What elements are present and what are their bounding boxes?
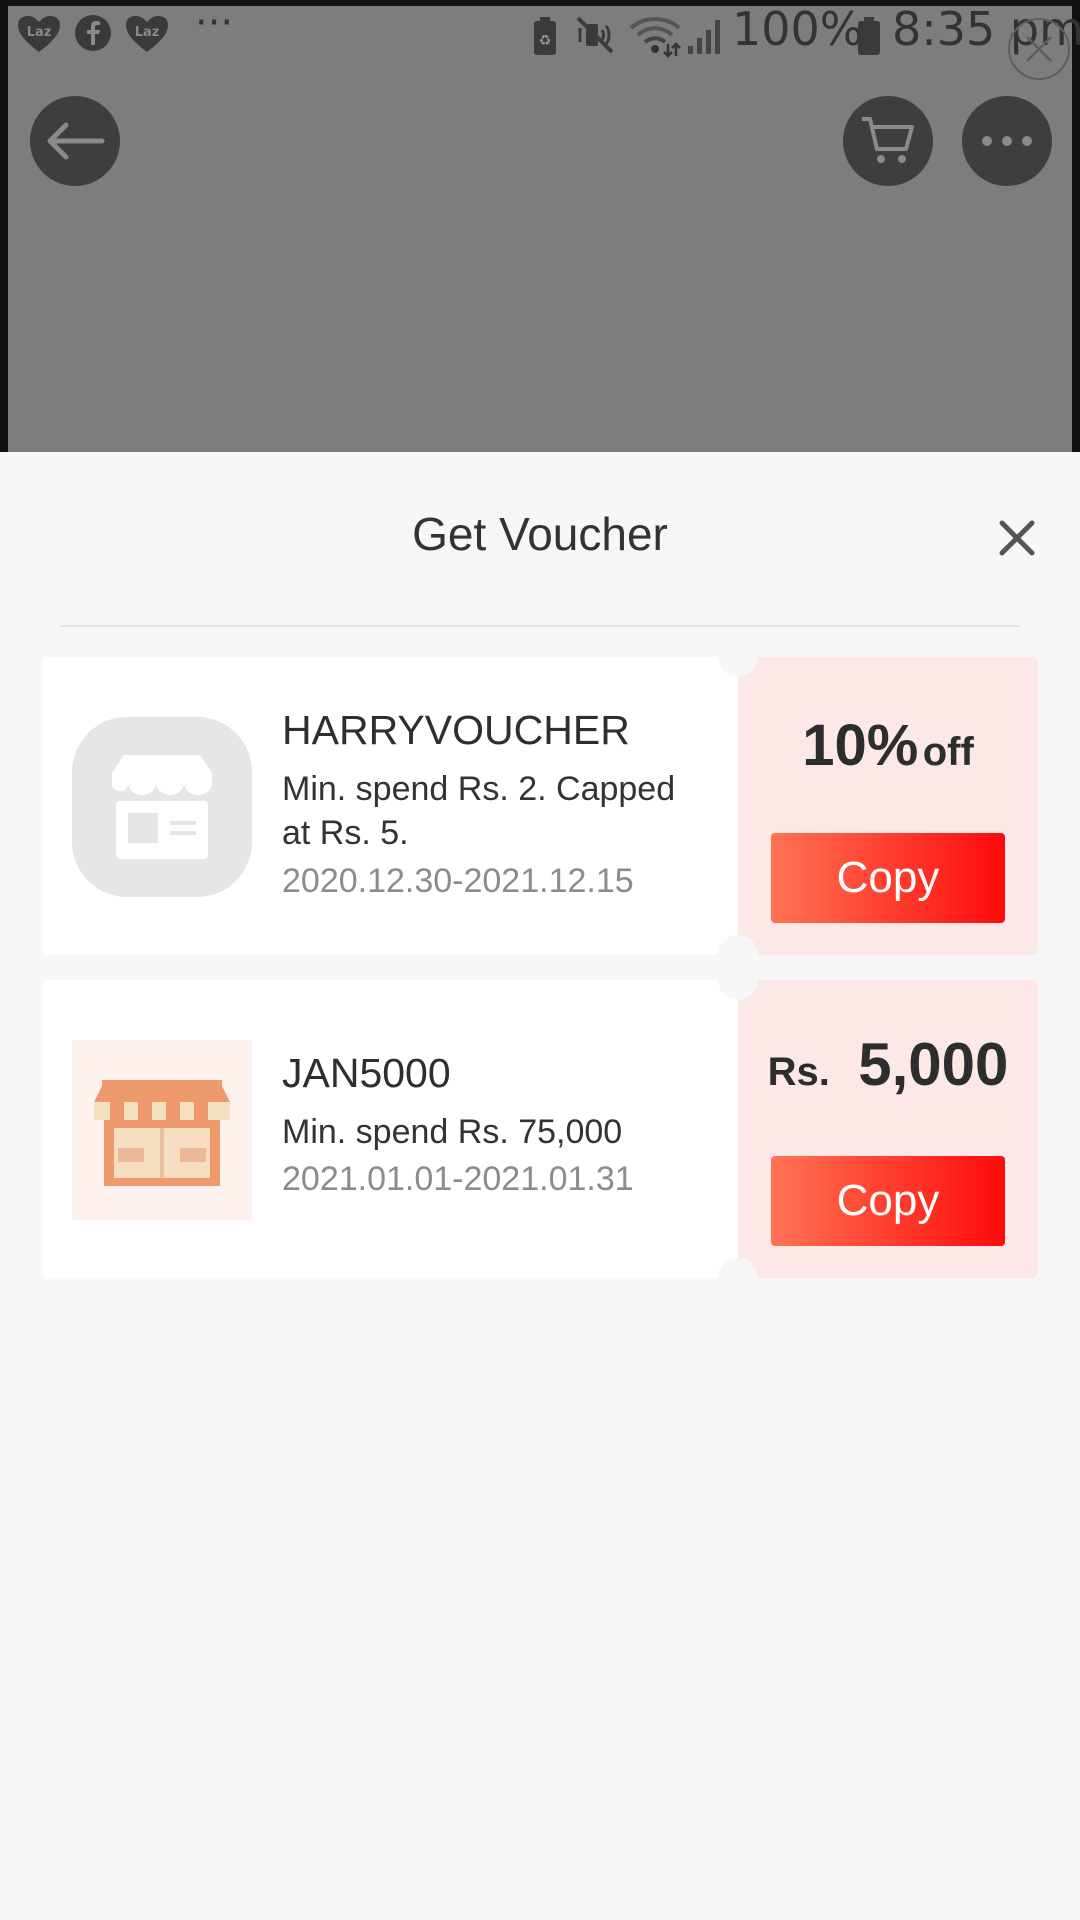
close-icon — [999, 520, 1035, 556]
overlay-close-icon[interactable] — [1008, 18, 1070, 80]
voucher-value-panel: Rs. 5,000 Copy — [738, 980, 1038, 1278]
voucher-value-panel: 10% off Copy — [738, 657, 1038, 955]
voucher-code: HARRYVOUCHER — [282, 707, 630, 753]
signal-icon — [688, 20, 720, 54]
background-page-overlay[interactable]: Laz Laz ··· ♻ 100% 8:35 pm — [0, 0, 1080, 452]
voucher-condition: Min. spend Rs. 75,000 — [282, 1113, 623, 1151]
voucher-amount: Rs. 5,000 — [738, 1030, 1038, 1099]
voucher-amount-prefix: Rs. — [767, 1050, 830, 1094]
voucher-code: JAN5000 — [282, 1050, 451, 1096]
voucher-card: HARRYVOUCHER Min. spend Rs. 2. Capped at… — [42, 637, 1038, 975]
voucher-amount-value: 5,000 — [858, 1031, 1009, 1098]
voucher-sheet: Get Voucher HARRYVOUCHER Min. spend Rs. … — [0, 452, 1080, 1920]
sheet-close-button[interactable] — [993, 514, 1041, 562]
lazada-icon: Laz — [126, 16, 168, 52]
ticket-notch — [718, 960, 758, 1000]
copy-button[interactable]: Copy — [771, 833, 1005, 923]
svg-text:Laz: Laz — [135, 25, 160, 40]
store-placeholder-icon — [72, 717, 252, 897]
sheet-title: Get Voucher — [412, 508, 668, 560]
shop-icon — [72, 1040, 252, 1220]
voucher-amount-value: 10% — [802, 713, 919, 778]
back-arrow-icon — [47, 122, 105, 160]
voucher-condition: Min. spend Rs. 2. Capped at Rs. 5. — [282, 770, 676, 852]
battery-percent: 100% — [732, 2, 864, 56]
back-button[interactable] — [30, 96, 120, 186]
copy-button[interactable]: Copy — [771, 1156, 1005, 1246]
voucher-dates: 2021.01.01-2021.01.31 — [282, 1160, 634, 1198]
status-overflow: ··· — [195, 0, 234, 46]
svg-text:♻: ♻ — [539, 33, 552, 49]
status-bar: Laz Laz ··· ♻ 100% 8:35 pm — [0, 0, 1080, 70]
voucher-amount-suffix: off — [922, 730, 974, 774]
battery-saver-icon: ♻ — [534, 17, 556, 55]
wifi-icon — [629, 17, 681, 58]
ticket-notch — [718, 637, 758, 677]
cart-button[interactable] — [843, 96, 933, 186]
voucher-details: HARRYVOUCHER Min. spend Rs. 2. Capped at… — [42, 657, 738, 955]
divider — [60, 625, 1020, 627]
lazada-icon: Laz — [18, 16, 60, 52]
voucher-dates: 2020.12.30-2021.12.15 — [282, 862, 634, 900]
battery-icon — [858, 17, 880, 55]
voucher-card: JAN5000 Min. spend Rs. 75,000 2021.01.01… — [42, 960, 1038, 1298]
cart-icon — [862, 117, 914, 163]
voucher-details: JAN5000 Min. spend Rs. 75,000 2021.01.01… — [42, 980, 738, 1278]
svg-text:Laz: Laz — [27, 25, 52, 40]
mute-icon — [576, 16, 614, 54]
more-button[interactable] — [962, 96, 1052, 186]
more-icon — [982, 136, 1032, 146]
facebook-icon — [75, 15, 111, 51]
ticket-notch — [718, 1258, 758, 1298]
voucher-amount: 10% off — [738, 712, 1038, 779]
